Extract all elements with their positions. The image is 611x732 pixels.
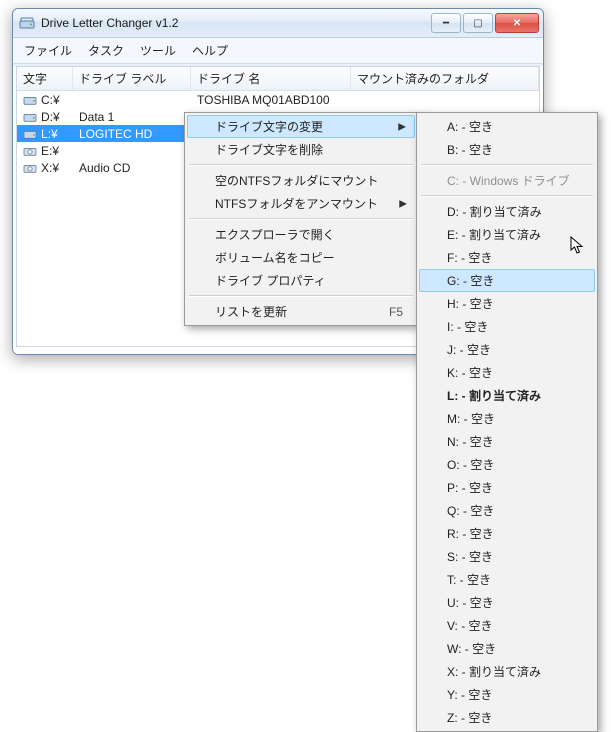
cell-name: TOSHIBA MQ01ABD100 — [197, 93, 330, 107]
letter-item[interactable]: R: - 空き — [419, 522, 595, 545]
letter-item[interactable]: I: - 空き — [419, 315, 595, 338]
letter-item[interactable]: S: - 空き — [419, 545, 595, 568]
window-title: Drive Letter Changer v1.2 — [41, 16, 431, 30]
mi-copy-volname[interactable]: ボリューム名をコピー — [187, 246, 415, 269]
mi-label: NTFSフォルダをアンマウント — [215, 197, 378, 211]
letter-item[interactable]: N: - 空き — [419, 430, 595, 453]
letter-item[interactable]: W: - 空き — [419, 637, 595, 660]
col-label[interactable]: ドライブ ラベル — [73, 67, 191, 90]
letter-item[interactable]: U: - 空き — [419, 591, 595, 614]
letters-submenu: A: - 空きB: - 空き C: - Windows ドライブ D: - 割り当て… — [416, 112, 598, 732]
mi-unmount-ntfs[interactable]: NTFSフォルダをアンマウント ▶ — [187, 192, 415, 215]
letter-item[interactable]: J: - 空き — [419, 338, 595, 361]
mi-change-letter[interactable]: ドライブ文字の変更 ▶ — [187, 115, 415, 138]
letter-item[interactable]: P: - 空き — [419, 476, 595, 499]
menu-help[interactable]: ヘルプ — [186, 41, 234, 60]
mi-drive-prop[interactable]: ドライブ プロパティ — [187, 269, 415, 292]
letter-item[interactable]: Z: - 空き — [419, 706, 595, 729]
col-mount[interactable]: マウント済みのフォルダ — [351, 67, 539, 90]
submenu-arrow-icon: ▶ — [399, 198, 407, 209]
submenu-arrow-icon: ▶ — [398, 121, 406, 132]
letter-item[interactable]: K: - 空き — [419, 361, 595, 384]
mi-refresh[interactable]: リストを更新 F5 — [187, 300, 415, 323]
context-menu: ドライブ文字の変更 ▶ ドライブ文字を削除 空のNTFSフォルダにマウント NT… — [184, 112, 418, 326]
cell-label: Data 1 — [79, 110, 114, 124]
mi-delete-letter[interactable]: ドライブ文字を削除 — [187, 138, 415, 161]
titlebar[interactable]: Drive Letter Changer v1.2 ━ ▢ ✕ — [13, 9, 543, 38]
list-header: 文字 ドライブ ラベル ドライブ 名 マウント済みのフォルダ — [17, 67, 539, 91]
letter-item[interactable]: Q: - 空き — [419, 499, 595, 522]
cell-letter: X:¥ — [41, 161, 59, 175]
close-button[interactable]: ✕ — [495, 13, 539, 33]
menu-tool[interactable]: ツール — [134, 41, 182, 60]
cell-letter: E:¥ — [41, 144, 59, 158]
letter-item[interactable]: F: - 空き — [419, 246, 595, 269]
mi-mount-ntfs[interactable]: 空のNTFSフォルダにマウント — [187, 169, 415, 192]
cell-label: LOGITEC HD — [79, 127, 152, 141]
letter-item[interactable]: Y: - 空き — [419, 683, 595, 706]
window-controls: ━ ▢ ✕ — [431, 13, 539, 33]
mi-shortcut: F5 — [389, 305, 403, 319]
menubar: ファイル タスク ツール ヘルプ — [13, 38, 543, 64]
letter-item: C: - Windows ドライブ — [419, 169, 595, 192]
cell-letter: C:¥ — [41, 93, 60, 107]
app-icon — [19, 15, 35, 31]
letter-item[interactable]: X: - 割り当て済み — [419, 660, 595, 683]
letter-item[interactable]: G: - 空き — [419, 269, 595, 292]
table-row[interactable]: C:¥ TOSHIBA MQ01ABD100 — [17, 91, 539, 108]
drive-icon — [23, 128, 37, 140]
drive-icon — [23, 111, 37, 123]
letter-item[interactable]: T: - 空き — [419, 568, 595, 591]
drive-icon — [23, 94, 37, 106]
menu-file[interactable]: ファイル — [18, 41, 78, 60]
menu-separator — [421, 195, 593, 197]
menu-separator — [421, 164, 593, 166]
cell-letter: D:¥ — [41, 110, 60, 124]
minimize-button[interactable]: ━ — [431, 13, 461, 33]
menu-separator — [189, 164, 413, 166]
cell-letter: L:¥ — [41, 127, 58, 141]
drive-icon — [23, 162, 37, 174]
menu-task[interactable]: タスク — [82, 41, 130, 60]
mi-open-explorer[interactable]: エクスプローラで開く — [187, 223, 415, 246]
menu-separator — [189, 218, 413, 220]
letter-item[interactable]: B: - 空き — [419, 138, 595, 161]
letter-item[interactable]: M: - 空き — [419, 407, 595, 430]
drive-icon — [23, 145, 37, 157]
maximize-button[interactable]: ▢ — [463, 13, 493, 33]
letter-item[interactable]: D: - 割り当て済み — [419, 200, 595, 223]
menu-separator — [189, 295, 413, 297]
mi-label: リストを更新 — [215, 305, 287, 319]
col-name[interactable]: ドライブ 名 — [191, 67, 351, 90]
letter-item[interactable]: V: - 空き — [419, 614, 595, 637]
cell-label: Audio CD — [79, 161, 130, 175]
letter-item[interactable]: O: - 空き — [419, 453, 595, 476]
col-letter[interactable]: 文字 — [17, 67, 73, 90]
letter-item[interactable]: E: - 割り当て済み — [419, 223, 595, 246]
letter-item[interactable]: H: - 空き — [419, 292, 595, 315]
mi-label: ドライブ文字の変更 — [215, 120, 323, 134]
letter-item[interactable]: A: - 空き — [419, 115, 595, 138]
letter-item[interactable]: L: - 割り当て済み — [419, 384, 595, 407]
